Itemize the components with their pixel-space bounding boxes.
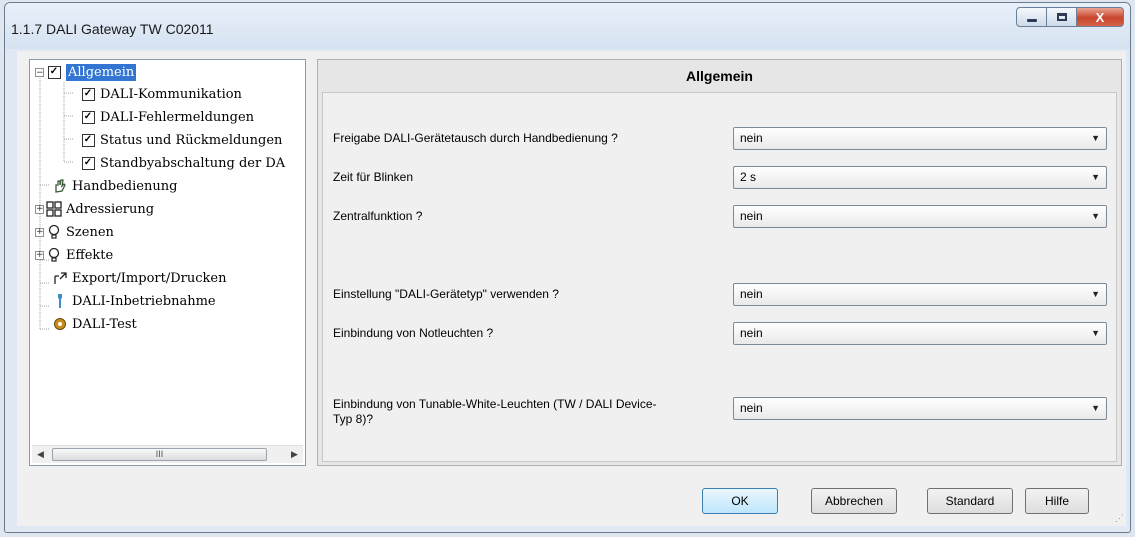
expand-icon[interactable]: + [35,204,44,214]
parameter-tree: − ✓ Allgemein ✓ DALI-Kommunikation ✓ DAL… [29,59,306,466]
param-select-geraetetyp[interactable]: nein ▼ [733,283,1107,306]
close-icon: X [1095,9,1105,25]
select-value: nein [740,287,763,301]
tree-label: Adressierung [66,201,155,217]
tree-item-dali-kommunikation[interactable]: ✓ DALI-Kommunikation [80,84,242,104]
dropdown-arrow-icon: ▼ [1091,289,1100,299]
minimize-icon [1026,18,1037,22]
tree-item-allgemein[interactable]: − ✓ Allgemein [35,62,137,82]
gear-icon [52,316,68,332]
tree-item-standbyabschaltung[interactable]: ✓ Standbyabschaltung der DA [80,153,285,173]
dropdown-arrow-icon: ▼ [1091,172,1100,182]
dialog-client-area: − ✓ Allgemein ✓ DALI-Kommunikation ✓ DAL… [17,51,1126,526]
minimize-button[interactable] [1016,7,1046,27]
select-value: nein [740,209,763,223]
scroll-thumb[interactable]: III [52,448,267,461]
tree-label: Status und Rückmeldungen [100,132,283,148]
checklist-icon: ✓ [80,86,96,102]
tree-item-status-rueckmeldungen[interactable]: ✓ Status und Rückmeldungen [80,130,282,150]
tree-label: Allgemein [66,63,137,81]
scroll-right-icon[interactable]: ▶ [286,446,303,463]
tree-item-dali-inbetriebnahme[interactable]: DALI-Inbetriebnahme [52,291,216,311]
checklist-icon: ✓ [46,64,62,80]
checklist-icon: ✓ [80,132,96,148]
collapse-icon[interactable]: − [35,67,44,77]
tree-label: DALI-Kommunikation [100,86,242,102]
param-select-notleuchten[interactable]: nein ▼ [733,322,1107,345]
standard-button[interactable]: Standard [927,488,1013,514]
tree-label: Effekte [66,247,114,263]
dropdown-arrow-icon: ▼ [1091,133,1100,143]
param-label: Freigabe DALI-Gerätetausch durch Handbed… [333,131,618,145]
expand-icon[interactable]: + [35,250,44,260]
wrench-icon [52,293,68,309]
tree-item-szenen[interactable]: + Szenen [35,222,114,242]
horizontal-scrollbar[interactable]: ◀ III ▶ [32,445,303,463]
caption-buttons: X [1016,7,1124,29]
checklist-icon: ✓ [80,155,96,171]
param-label: Zeit für Blinken [333,170,414,184]
tree-item-dali-test[interactable]: DALI-Test [52,314,137,334]
scroll-left-icon[interactable]: ◀ [32,446,49,463]
dropdown-arrow-icon: ▼ [1091,211,1100,221]
resize-grip-icon[interactable]: ⋰ [1115,513,1124,524]
tree-label: Handbedienung [72,178,178,194]
param-select-geraetetausch[interactable]: nein ▼ [733,127,1107,150]
hand-icon [52,178,68,194]
dropdown-arrow-icon: ▼ [1091,403,1100,413]
bulb-icon [46,224,62,240]
param-label: Zentralfunktion ? [333,209,423,223]
tree-item-dali-fehlermeldungen[interactable]: ✓ DALI-Fehlermeldungen [80,107,254,127]
param-select-tunable-white[interactable]: nein ▼ [733,397,1107,420]
tree-label: Standbyabschaltung der DA [100,155,286,171]
param-label: Einstellung "DALI-Gerätetyp" verwenden ? [333,287,559,301]
param-select-zentralfunktion[interactable]: nein ▼ [733,205,1107,228]
select-value: nein [740,131,763,145]
tree-label: DALI-Inbetriebnahme [72,293,216,309]
parameter-list: Freigabe DALI-Gerätetausch durch Handbed… [322,92,1117,462]
tree-item-adressierung[interactable]: + Adressierung [35,199,154,219]
address-grid-icon [46,201,62,217]
tree-item-handbedienung[interactable]: Handbedienung [52,176,177,196]
title-bar[interactable]: 1.1.7 DALI Gateway TW C02011 X [5,3,1130,49]
maximize-icon [1056,13,1067,21]
panel-title: Allgemein [686,68,753,84]
select-value: nein [740,326,763,340]
parameter-panel: Allgemein Freigabe DALI-Gerätetausch dur… [317,59,1122,466]
dialog-window: 1.1.7 DALI Gateway TW C02011 X − ✓ Allge… [4,2,1131,533]
param-label: Einbindung von Tunable-White-Leuchten (T… [333,397,657,426]
tree-label: Export/Import/Drucken [72,270,227,286]
maximize-button[interactable] [1046,7,1076,27]
tree-label: DALI-Fehlermeldungen [100,109,255,125]
select-value: 2 s [740,170,757,184]
expand-icon[interactable]: + [35,227,44,237]
ok-button[interactable]: OK [702,488,778,514]
param-label: Einbindung von Notleuchten ? [333,326,494,340]
bulb-icon [46,247,62,263]
export-icon [52,270,68,286]
tree-label: Szenen [66,224,114,240]
tree-label: DALI-Test [72,316,137,332]
dropdown-arrow-icon: ▼ [1091,328,1100,338]
close-button[interactable]: X [1076,7,1124,27]
select-value: nein [740,401,763,415]
help-button[interactable]: Hilfe [1025,488,1089,514]
tree-item-export-import-drucken[interactable]: Export/Import/Drucken [52,268,226,288]
window-title: 1.1.7 DALI Gateway TW C02011 [11,21,214,37]
checklist-icon: ✓ [80,109,96,125]
param-select-blinken[interactable]: 2 s ▼ [733,166,1107,189]
cancel-button[interactable]: Abbrechen [811,488,897,514]
tree-item-effekte[interactable]: + Effekte [35,245,113,265]
